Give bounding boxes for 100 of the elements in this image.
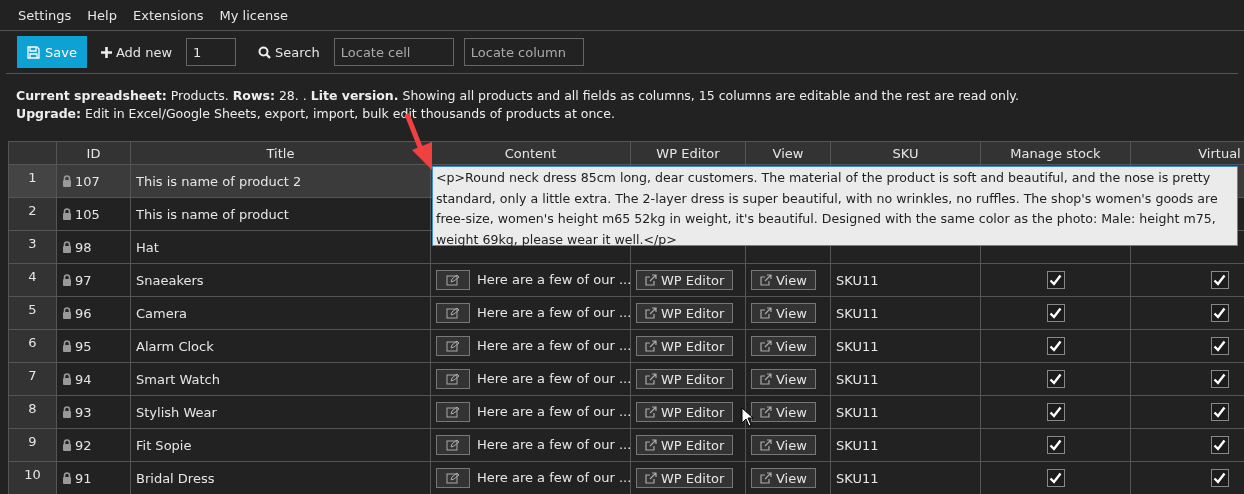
table-cell: 97 — [75, 272, 92, 288]
edit-icon — [446, 472, 460, 484]
column-header[interactable]: Content — [430, 141, 631, 165]
cursor-icon — [741, 407, 753, 427]
column-header[interactable]: WP Editor — [630, 141, 746, 165]
view-button[interactable]: View — [751, 336, 816, 356]
table-cell: 105 — [75, 206, 100, 222]
edit-icon — [446, 439, 460, 451]
table-cell: Here are a few of our ... — [477, 370, 630, 386]
external-link-icon — [645, 472, 657, 484]
locate-column-field[interactable]: Locate column — [463, 38, 584, 66]
external-link-icon — [760, 406, 772, 418]
view-button[interactable]: View — [751, 468, 816, 488]
table-cell: 92 — [75, 437, 92, 453]
column-header[interactable]: Title — [130, 141, 431, 165]
edit-button[interactable] — [436, 336, 470, 356]
wp-editor-button[interactable]: WP Editor — [636, 336, 734, 356]
save-icon — [27, 45, 40, 59]
edit-button[interactable] — [436, 402, 470, 422]
wp-editor-button[interactable]: WP Editor — [636, 468, 734, 488]
row-number[interactable]: 8 — [8, 395, 57, 429]
checkbox[interactable] — [1210, 436, 1229, 454]
edit-button[interactable] — [436, 435, 470, 455]
edit-button[interactable] — [436, 270, 470, 290]
lock-icon — [62, 240, 72, 253]
menu-item[interactable]: Help — [79, 7, 125, 23]
table-cell: Camera — [136, 305, 188, 321]
table-cell: Here are a few of our ... — [477, 271, 630, 287]
view-button[interactable]: View — [751, 402, 816, 422]
lock-icon — [62, 273, 72, 286]
checkbox[interactable] — [1046, 436, 1065, 454]
search-icon — [258, 45, 272, 59]
table-cell: Stylish Wear — [136, 404, 217, 420]
table-cell: SKU11 — [836, 272, 879, 288]
row-number[interactable]: 6 — [8, 329, 57, 363]
checkbox[interactable] — [1046, 304, 1065, 322]
checkbox[interactable] — [1046, 403, 1065, 421]
column-header[interactable]: Manage stock — [980, 141, 1131, 165]
column-header[interactable]: SKU — [830, 141, 981, 165]
column-header[interactable]: View — [745, 141, 831, 165]
view-button[interactable]: View — [751, 369, 816, 389]
table-cell: Here are a few of our ... — [477, 469, 630, 485]
table-cell: Fit Sopie — [136, 437, 192, 453]
edit-button[interactable] — [436, 369, 470, 389]
row-number[interactable]: 3 — [8, 230, 57, 264]
wp-editor-button[interactable]: WP Editor — [636, 435, 734, 455]
menu-item[interactable]: Extensions — [124, 7, 212, 23]
external-link-icon — [760, 307, 772, 319]
plus-icon — [100, 46, 112, 58]
checkbox[interactable] — [1046, 337, 1065, 355]
checkbox[interactable] — [1210, 469, 1229, 487]
table-cell: Snaeakers — [136, 272, 204, 288]
table-cell: This is name of product 2 — [136, 173, 302, 189]
view-button[interactable]: View — [751, 435, 816, 455]
wp-editor-button[interactable]: WP Editor — [636, 303, 734, 323]
edit-button[interactable] — [436, 303, 470, 323]
row-number[interactable]: 10 — [8, 461, 57, 494]
locate-cell-field[interactable]: Locate cell — [333, 38, 454, 66]
row-number[interactable]: 4 — [8, 263, 57, 297]
checkbox[interactable] — [1046, 370, 1065, 388]
checkbox[interactable] — [1046, 271, 1065, 289]
table-cell: Alarm Clock — [136, 338, 214, 354]
row-number[interactable]: 9 — [8, 428, 57, 462]
view-button[interactable]: View — [751, 270, 816, 290]
checkbox[interactable] — [1046, 469, 1065, 487]
menu-item[interactable]: My license — [211, 7, 296, 23]
column-header[interactable]: Virtual — [1130, 141, 1244, 165]
external-link-icon — [645, 406, 657, 418]
wp-editor-button[interactable]: WP Editor — [636, 270, 734, 290]
add-count-field[interactable]: 1 — [186, 38, 237, 66]
row-number[interactable]: 1 — [8, 164, 57, 198]
row-number[interactable]: 5 — [8, 296, 57, 330]
lock-icon — [62, 174, 72, 187]
checkbox[interactable] — [1210, 271, 1229, 289]
view-button[interactable]: View — [751, 303, 816, 323]
search-button[interactable]: Search — [254, 44, 324, 60]
table-cell: Here are a few of our ... — [477, 304, 630, 320]
checkbox[interactable] — [1210, 304, 1229, 322]
table-cell: SKU11 — [836, 338, 879, 354]
edit-button[interactable] — [436, 468, 470, 488]
edit-icon — [446, 406, 460, 418]
external-link-icon — [645, 439, 657, 451]
checkbox[interactable] — [1210, 337, 1229, 355]
table-cell: 98 — [75, 239, 92, 255]
cell-editor[interactable]: <p>Round neck dress 85cm long, dear customers. The material of the product is soft and beautiful, and the nose is pretty standard, only a little extra. The 2-layer dress is super beautiful, with no wrinkles, no ruffles. The shop's women's goods are free-size, women's height m65 52kg in weight, it's beautiful. Designed with the same color as the photo: Male: height m75, weight 69kg, please wear it well.</p> — [432, 166, 1238, 246]
external-link-icon — [645, 340, 657, 352]
add-new-button[interactable]: Add new — [96, 44, 177, 60]
wp-editor-button[interactable]: WP Editor — [636, 369, 734, 389]
column-header[interactable]: ID — [56, 141, 131, 165]
checkbox[interactable] — [1210, 403, 1229, 421]
checkbox[interactable] — [1210, 370, 1229, 388]
edit-icon — [446, 307, 460, 319]
row-number[interactable]: 2 — [8, 197, 57, 231]
wp-editor-button[interactable]: WP Editor — [636, 402, 734, 422]
menu-item[interactable]: Settings — [10, 7, 80, 23]
edit-icon — [446, 274, 460, 286]
table-cell: 107 — [75, 173, 100, 189]
external-link-icon — [645, 307, 657, 319]
table-cell: Here are a few of our ... — [477, 436, 630, 452]
row-number[interactable]: 7 — [8, 362, 57, 396]
